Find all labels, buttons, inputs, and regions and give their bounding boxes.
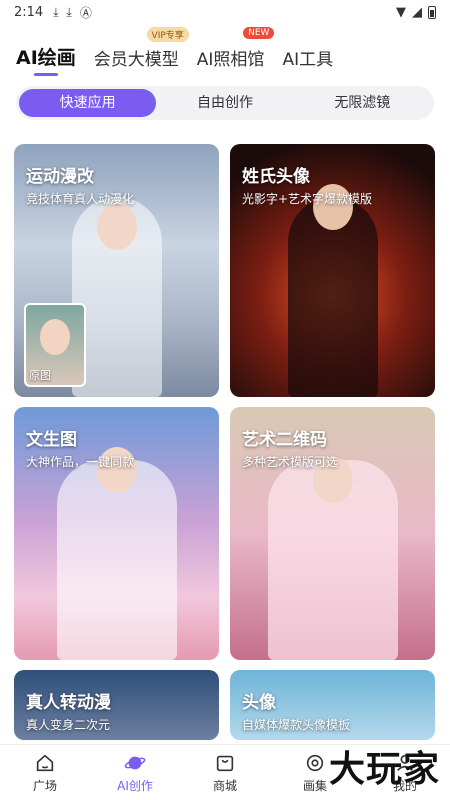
- card-subtitle: 大神作品，一键同款: [26, 455, 135, 469]
- segment-unlimited-filters[interactable]: 无限滤镜: [294, 89, 431, 117]
- card-title: 艺术二维码: [242, 430, 327, 450]
- nav-label: 商城: [212, 778, 237, 793]
- card-subtitle: 竞技体育真人动漫化: [26, 192, 135, 206]
- gallery-icon: [306, 754, 324, 771]
- tab-ai-painting[interactable]: AI绘画: [16, 43, 76, 76]
- card-sports-anime[interactable]: 运动漫改 竞技体育真人动漫化 原图: [14, 144, 219, 397]
- card-illustration-head: [96, 204, 137, 250]
- tab-label: 会员大模型: [93, 50, 179, 70]
- nav-label: 画集: [302, 778, 327, 793]
- vip-badge: VIP专享: [146, 27, 189, 42]
- nav-ai-create[interactable]: AI创作: [90, 745, 180, 800]
- card-text-to-image[interactable]: 文生图 大神作品，一键同款: [14, 407, 219, 660]
- card-title: 运动漫改: [26, 167, 94, 187]
- battery-icon: [428, 5, 436, 19]
- tab-label: AI照相馆: [196, 50, 265, 70]
- card-subtitle: 真人变身二次元: [26, 718, 111, 732]
- status-bar: 2:14 ⤓ ⤓ Ⓐ ▼ ◢: [0, 0, 450, 24]
- tab-label: AI绘画: [16, 47, 76, 69]
- status-time: 2:14: [14, 4, 44, 20]
- new-badge: NEW: [243, 27, 275, 39]
- download-icon: ⤓: [66, 4, 72, 19]
- top-tabs: AI绘画 会员大模型 VIP专享 AI照相馆 NEW AI工具: [0, 24, 450, 80]
- nav-shop[interactable]: 商城: [180, 745, 270, 800]
- card-real-to-anime[interactable]: 真人转动漫 真人变身二次元: [14, 670, 219, 740]
- card-subtitle: 自媒体爆款头像模板: [242, 718, 351, 732]
- app-a-icon: Ⓐ: [79, 5, 92, 20]
- card-title: 文生图: [26, 430, 77, 450]
- tab-ai-tools[interactable]: AI工具: [282, 45, 333, 70]
- card-subtitle: 光影字+艺术字爆款模版: [242, 192, 373, 206]
- download-icon: ⤓: [53, 4, 59, 19]
- home-icon: [36, 754, 54, 771]
- segment-control-wrap: 快速应用 自由创作 无限滤镜: [0, 80, 450, 126]
- card-surname-avatar[interactable]: 姓氏头像 光影字+艺术字爆款模版: [230, 144, 435, 397]
- card-subtitle: 多种艺术模版可选: [242, 455, 339, 469]
- card-avatar[interactable]: 头像 自媒体爆款头像模板: [230, 670, 435, 740]
- thumbnail-label: 原图: [29, 369, 51, 382]
- wifi-icon: ▼: [396, 4, 406, 20]
- feature-grid: 运动漫改 竞技体育真人动漫化 原图 姓氏头像 光影字+艺术字爆款模版 文生图 大…: [14, 144, 436, 740]
- card-title: 姓氏头像: [242, 167, 310, 187]
- tab-ai-photo-studio[interactable]: AI照相馆 NEW: [196, 27, 275, 70]
- thumbnail-face: [40, 319, 70, 355]
- original-photo-thumbnail: 原图: [24, 303, 86, 387]
- tab-member-model[interactable]: 会员大模型 VIP专享: [93, 27, 189, 70]
- watermark: 大玩家: [328, 749, 440, 790]
- signal-icon: ◢: [412, 4, 422, 20]
- nav-square[interactable]: 广场: [0, 745, 90, 800]
- card-title: 真人转动漫: [26, 693, 111, 713]
- card-art-qrcode[interactable]: 艺术二维码 多种艺术模版可选: [230, 407, 435, 660]
- segment-quick-apply[interactable]: 快速应用: [19, 89, 157, 117]
- bottom-nav: 广场 AI创作 商城 画集 我的 大玩家: [0, 744, 450, 800]
- nav-label: 广场: [32, 778, 57, 793]
- shop-bag-icon: [216, 755, 234, 771]
- nav-label: AI创作: [117, 778, 153, 793]
- segment-free-create[interactable]: 自由创作: [156, 89, 293, 117]
- tab-label: AI工具: [282, 50, 334, 70]
- segment-control: 快速应用 自由创作 无限滤镜: [16, 86, 434, 120]
- planet-icon: [124, 756, 146, 769]
- card-title: 头像: [242, 693, 276, 713]
